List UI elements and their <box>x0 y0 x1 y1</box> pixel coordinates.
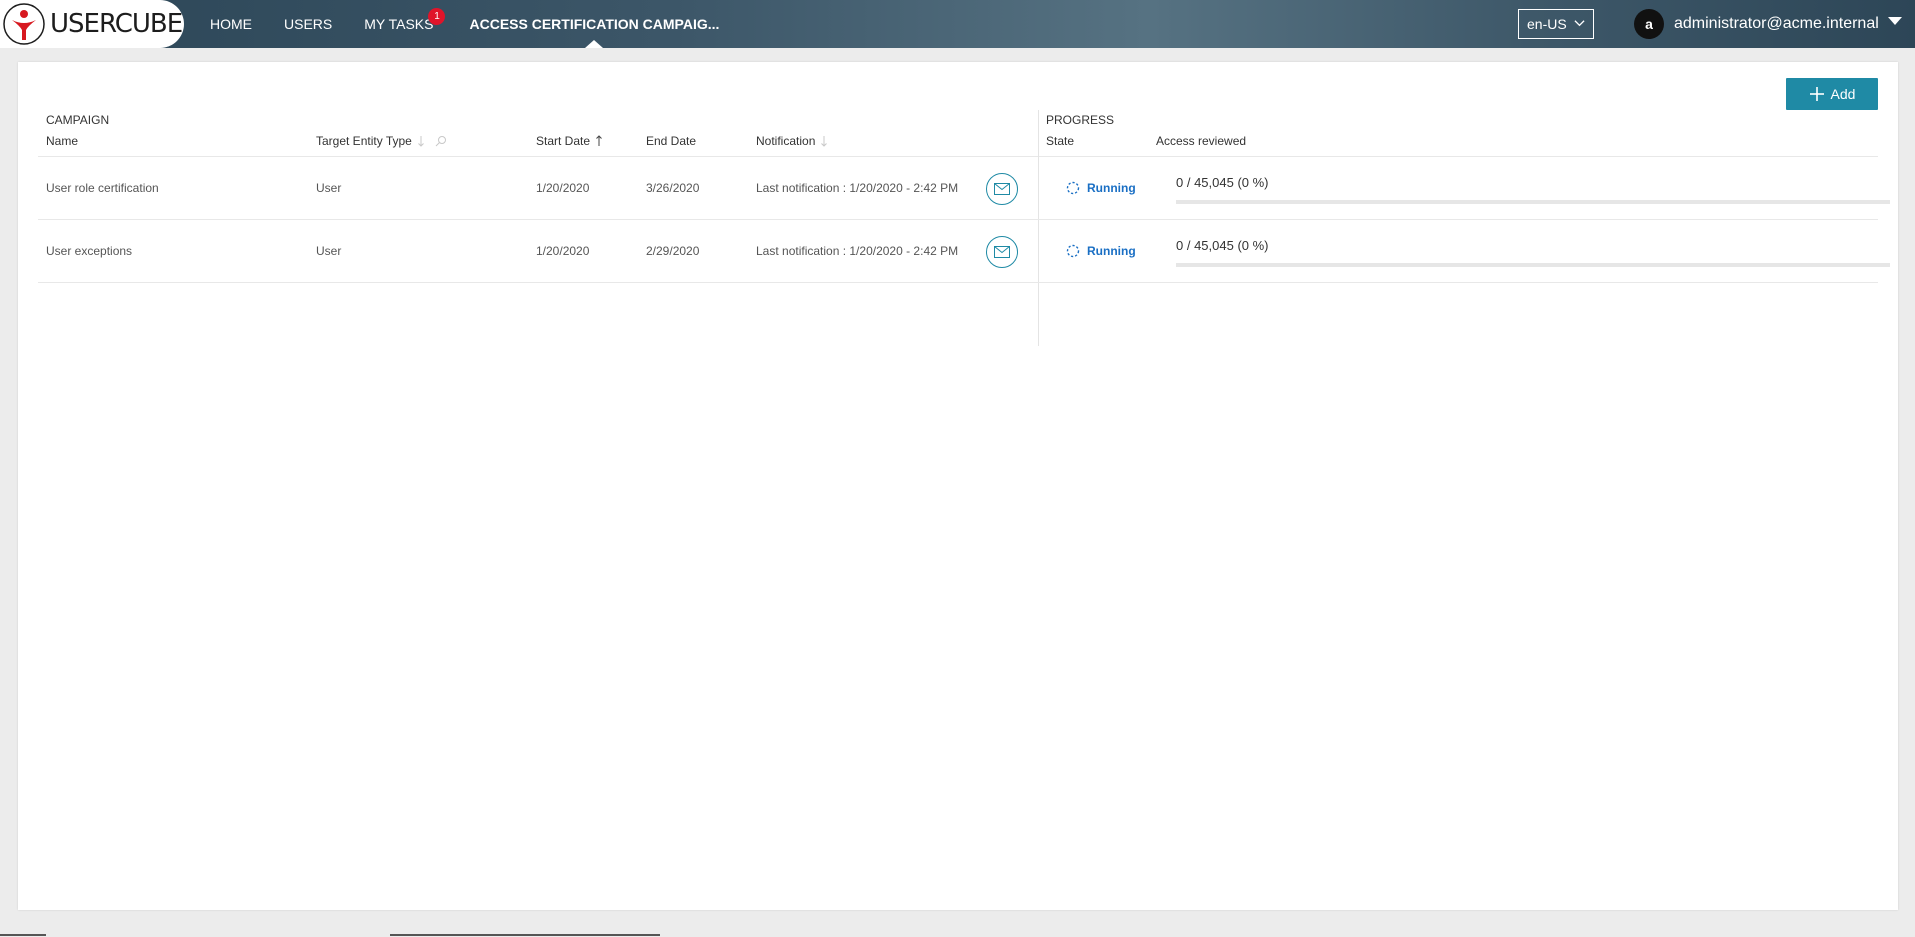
mail-icon <box>994 183 1010 195</box>
access-reviewed-text: 0 / 45,045 (0 %) <box>1176 238 1269 253</box>
cell-notification: Last notification : 1/20/2020 - 2:42 PM <box>756 181 959 195</box>
taskbar-edge <box>390 934 660 936</box>
column-header-start-date-label: Start Date <box>536 134 591 148</box>
language-select[interactable]: en-US <box>1518 9 1594 39</box>
nav-users[interactable]: USERS <box>284 0 332 48</box>
column-header-start-date[interactable]: Start Date <box>536 134 603 148</box>
column-header-access-reviewed-label: Access reviewed <box>1156 134 1247 148</box>
cell-target-entity-type: User <box>316 181 342 195</box>
nav-access-certification-label: ACCESS CERTIFICATION CAMPAIG... <box>469 16 720 32</box>
user-menu[interactable]: a administrator@acme.internal <box>1634 9 1879 39</box>
table-row[interactable]: User role certification User 1/20/2020 3… <box>38 157 1890 220</box>
top-navigation-bar: USERCUBE HOME USERS MY TASKS 1 ACCESS CE… <box>0 0 1915 48</box>
app-logo[interactable]: USERCUBE <box>0 0 184 48</box>
cell-start-date: 1/20/2020 <box>536 181 590 195</box>
column-header-state[interactable]: State <box>1046 134 1074 148</box>
state-label: Running <box>1087 181 1136 195</box>
cell-end-date: 2/29/2020 <box>646 244 700 258</box>
column-header-name[interactable]: Name <box>46 134 78 148</box>
mail-icon <box>994 246 1010 258</box>
campaigns-panel: Add CAMPAIGN PROGRESS Name Target Entity… <box>18 62 1898 910</box>
cell-name[interactable]: User role certification <box>46 157 159 219</box>
logo-text: USERCUBE <box>50 9 183 39</box>
taskbar-edge <box>0 934 46 936</box>
language-value: en-US <box>1527 16 1567 32</box>
progress-group-header: PROGRESS <box>1046 113 1115 127</box>
usercube-logo-icon <box>3 3 45 45</box>
column-header-notification-label: Notification <box>756 134 816 148</box>
send-notification-button[interactable] <box>986 236 1018 268</box>
search-icon[interactable] <box>435 135 447 147</box>
access-reviewed-text: 0 / 45,045 (0 %) <box>1176 175 1269 190</box>
cell-target-entity-type: User <box>316 244 342 258</box>
avatar: a <box>1634 9 1664 39</box>
column-header-end-date[interactable]: End Date <box>646 134 696 148</box>
state-label: Running <box>1087 244 1136 258</box>
spinner-icon <box>1066 181 1080 195</box>
nav-home-label: HOME <box>210 16 252 32</box>
sort-ascending-icon[interactable] <box>595 135 603 147</box>
chevron-down-icon <box>1574 20 1585 27</box>
sort-arrow-icon[interactable] <box>417 135 425 147</box>
caret-down-icon[interactable] <box>1888 17 1902 25</box>
cell-end-date: 3/26/2020 <box>646 181 700 195</box>
campaign-group-header: CAMPAIGN <box>46 113 110 127</box>
column-header-target-entity-type[interactable]: Target Entity Type <box>316 134 447 148</box>
cell-name[interactable]: User exceptions <box>46 220 132 282</box>
spinner-icon <box>1066 244 1080 258</box>
cell-start-date: 1/20/2020 <box>536 244 590 258</box>
nav-my-tasks-label: MY TASKS <box>364 16 434 32</box>
nav-home[interactable]: HOME <box>210 0 252 48</box>
cell-state: Running <box>1066 220 1136 282</box>
cell-state: Running <box>1066 157 1136 219</box>
add-campaign-button[interactable]: Add <box>1786 78 1878 110</box>
nav-my-tasks[interactable]: MY TASKS 1 <box>364 0 446 48</box>
column-header-target-entity-type-label: Target Entity Type <box>316 134 412 148</box>
sort-arrow-icon[interactable] <box>820 135 828 147</box>
send-notification-button[interactable] <box>986 173 1018 205</box>
nav-users-label: USERS <box>284 16 333 32</box>
cell-notification: Last notification : 1/20/2020 - 2:42 PM <box>756 244 959 258</box>
plus-icon <box>1809 87 1824 101</box>
column-header-state-label: State <box>1046 134 1075 148</box>
add-button-label: Add <box>1830 86 1856 102</box>
table-row[interactable]: User exceptions User 1/20/2020 2/29/2020… <box>38 220 1890 283</box>
main-nav: HOME USERS MY TASKS 1 ACCESS CERTIFICATI… <box>210 0 751 48</box>
user-name: administrator@acme.internal <box>1674 15 1879 32</box>
column-header-access-reviewed[interactable]: Access reviewed <box>1156 134 1246 148</box>
nav-access-certification-campaigns[interactable]: ACCESS CERTIFICATION CAMPAIG... <box>469 0 719 48</box>
column-header-notification[interactable]: Notification <box>756 134 828 148</box>
access-reviewed-progress-bar <box>1176 263 1890 267</box>
column-header-end-date-label: End Date <box>646 134 697 148</box>
access-reviewed-progress-bar <box>1176 200 1890 204</box>
column-header-name-label: Name <box>46 134 79 148</box>
tasks-count-badge: 1 <box>428 8 446 25</box>
